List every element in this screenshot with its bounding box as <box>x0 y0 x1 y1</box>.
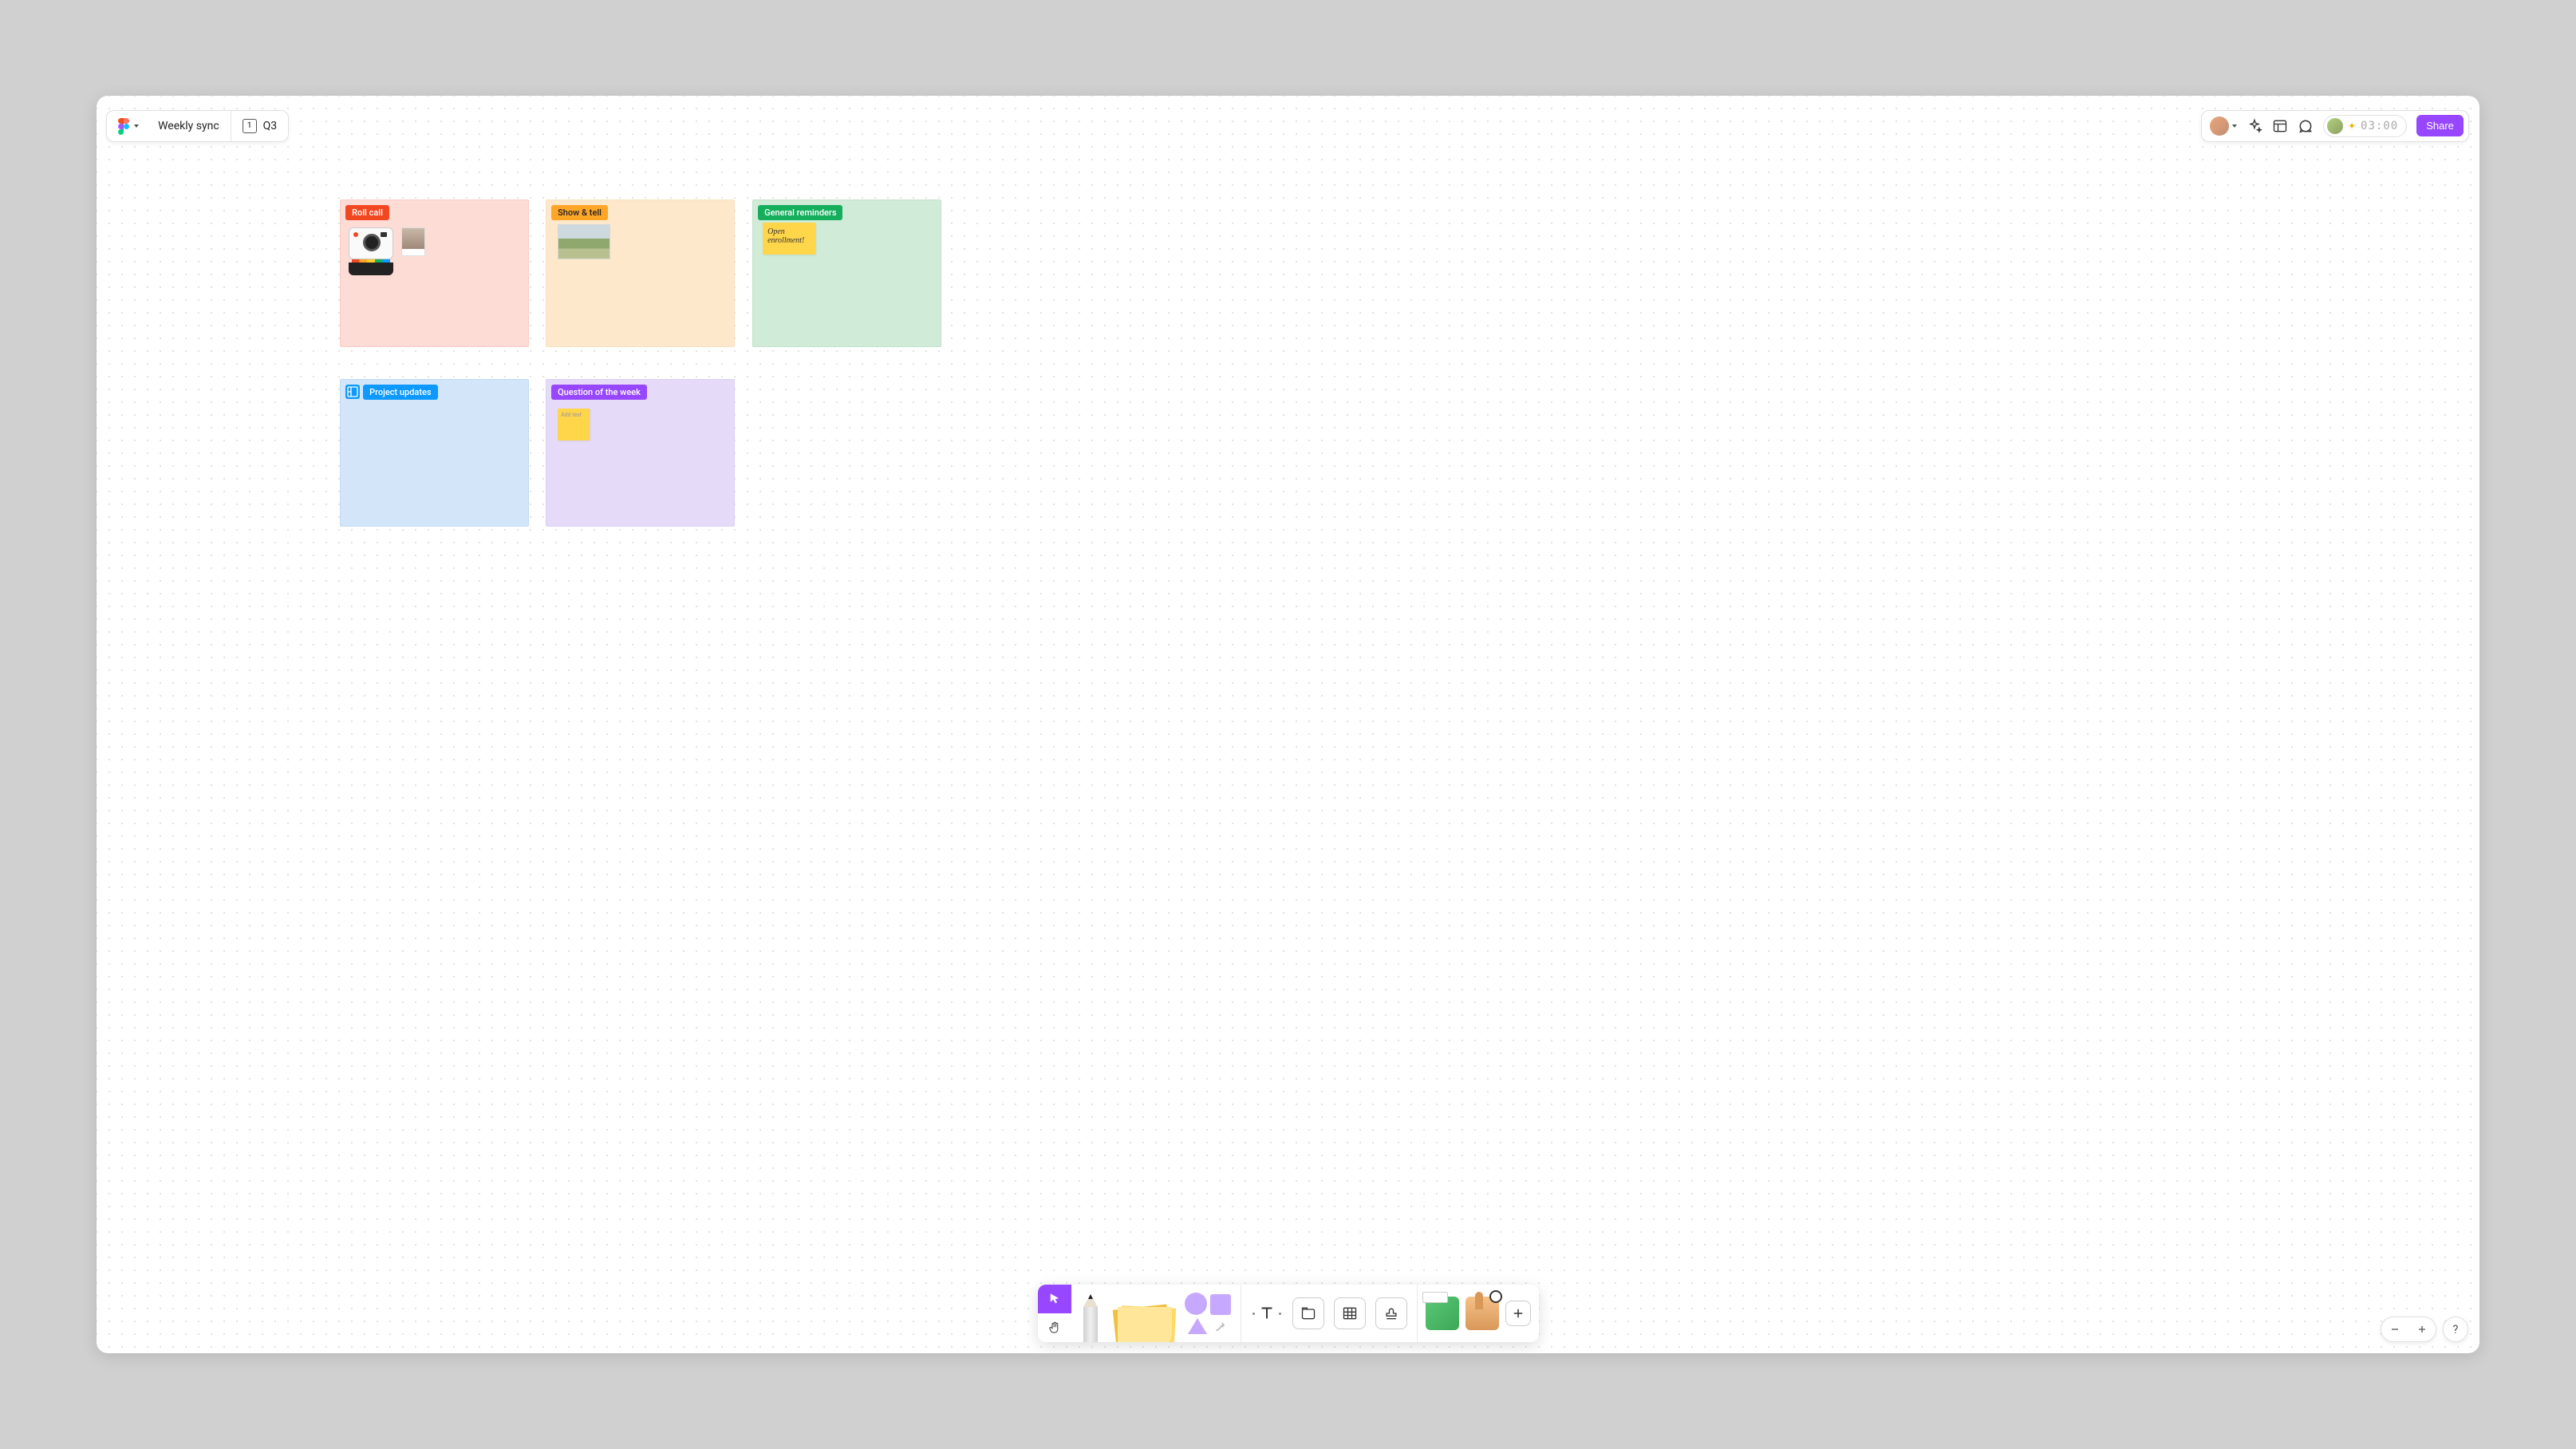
minus-icon <box>2389 1323 2401 1336</box>
section-label[interactable]: Question of the week <box>551 385 647 400</box>
shapes-icon <box>1183 1291 1237 1336</box>
page-icon: 1 <box>243 119 257 133</box>
section-icon <box>1300 1305 1316 1321</box>
top-left-toolbar: Weekly sync 1 Q3 <box>106 110 289 142</box>
section-label[interactable]: Show & tell <box>551 205 608 220</box>
polaroid-photo-widget[interactable] <box>401 227 425 256</box>
table-icon <box>1342 1305 1358 1321</box>
text-tool[interactable] <box>1246 1303 1288 1324</box>
sparkle-icon <box>2247 118 2262 134</box>
jambot-widget[interactable] <box>1426 1297 1459 1330</box>
user-avatar <box>2210 116 2229 136</box>
section-type-icon <box>345 385 360 399</box>
stamp-tool[interactable] <box>1375 1297 1407 1329</box>
star-icon: ✦ <box>2348 120 2356 132</box>
chevron-down-icon <box>134 124 139 128</box>
panel-icon <box>2272 118 2288 134</box>
section-show-and-tell[interactable]: Show & tell <box>546 199 735 347</box>
section-general-reminders[interactable]: General reminders Open enrollment! <box>752 199 941 347</box>
page-selector[interactable]: 1 Q3 <box>231 111 289 141</box>
select-tool[interactable] <box>1038 1285 1071 1313</box>
comment-button[interactable] <box>2298 118 2314 134</box>
zoom-controls <box>2381 1317 2436 1342</box>
sticky-note[interactable]: Open enrollment! <box>763 223 815 255</box>
section-roll-call[interactable]: Roll call <box>340 199 529 347</box>
section-label[interactable]: General reminders <box>758 205 842 220</box>
collaborator-avatar <box>2327 118 2343 134</box>
share-button[interactable]: Share <box>2416 115 2464 136</box>
photo-booth-widget[interactable] <box>1466 1297 1499 1330</box>
zoom-in-button[interactable] <box>2408 1317 2436 1342</box>
figma-logo-icon <box>118 118 129 134</box>
pencil-tool[interactable] <box>1071 1285 1110 1342</box>
pencil-icon <box>1083 1294 1098 1342</box>
templates-button[interactable] <box>2272 118 2288 134</box>
sticky-note-tool[interactable] <box>1110 1285 1180 1342</box>
timer-pill[interactable]: ✦ 03:00 <box>2323 115 2407 137</box>
help-button[interactable]: ? <box>2443 1317 2468 1342</box>
page-label: Q3 <box>263 120 278 132</box>
section-tool[interactable] <box>1292 1297 1324 1329</box>
chevron-down-icon <box>2232 124 2237 128</box>
shapes-tool[interactable] <box>1180 1285 1241 1342</box>
section-label[interactable]: Roll call <box>345 205 389 220</box>
canvas-frame[interactable]: Weekly sync 1 Q3 ✦ 03:00 Share Roll call <box>97 96 2479 1353</box>
dot-icon <box>1279 1313 1281 1315</box>
text-icon <box>1256 1303 1277 1324</box>
section-question-of-the-week[interactable]: Question of the week Add text <box>546 379 735 527</box>
stamp-icon <box>1383 1305 1399 1321</box>
comment-icon <box>2298 118 2314 134</box>
zoom-out-button[interactable] <box>2381 1317 2408 1342</box>
bottom-toolbar <box>1038 1285 1539 1342</box>
table-tool[interactable] <box>1334 1297 1366 1329</box>
hand-icon <box>1047 1321 1062 1335</box>
ai-sparkle-button[interactable] <box>2247 118 2262 134</box>
cursor-icon <box>1047 1292 1062 1306</box>
plus-icon <box>1511 1306 1525 1321</box>
sticky-stack-icon <box>1110 1301 1180 1342</box>
polaroid-camera-sticker[interactable] <box>349 227 393 277</box>
timer-value: 03:00 <box>2361 120 2398 132</box>
section-project-updates[interactable]: Project updates <box>340 379 529 527</box>
file-title[interactable]: Weekly sync <box>147 111 231 141</box>
more-widgets-button[interactable] <box>1505 1301 1531 1326</box>
hand-tool[interactable] <box>1038 1313 1071 1342</box>
sticky-placeholder: Add text <box>561 412 582 418</box>
account-menu[interactable] <box>2210 116 2237 136</box>
landscape-image[interactable] <box>558 224 610 259</box>
plus-icon <box>2416 1323 2428 1336</box>
top-right-toolbar: ✦ 03:00 Share <box>2201 110 2469 142</box>
section-label[interactable]: Project updates <box>363 385 437 400</box>
main-menu-button[interactable] <box>107 111 147 141</box>
dot-icon <box>1252 1313 1255 1315</box>
sticky-note-empty[interactable]: Add text <box>558 409 590 440</box>
